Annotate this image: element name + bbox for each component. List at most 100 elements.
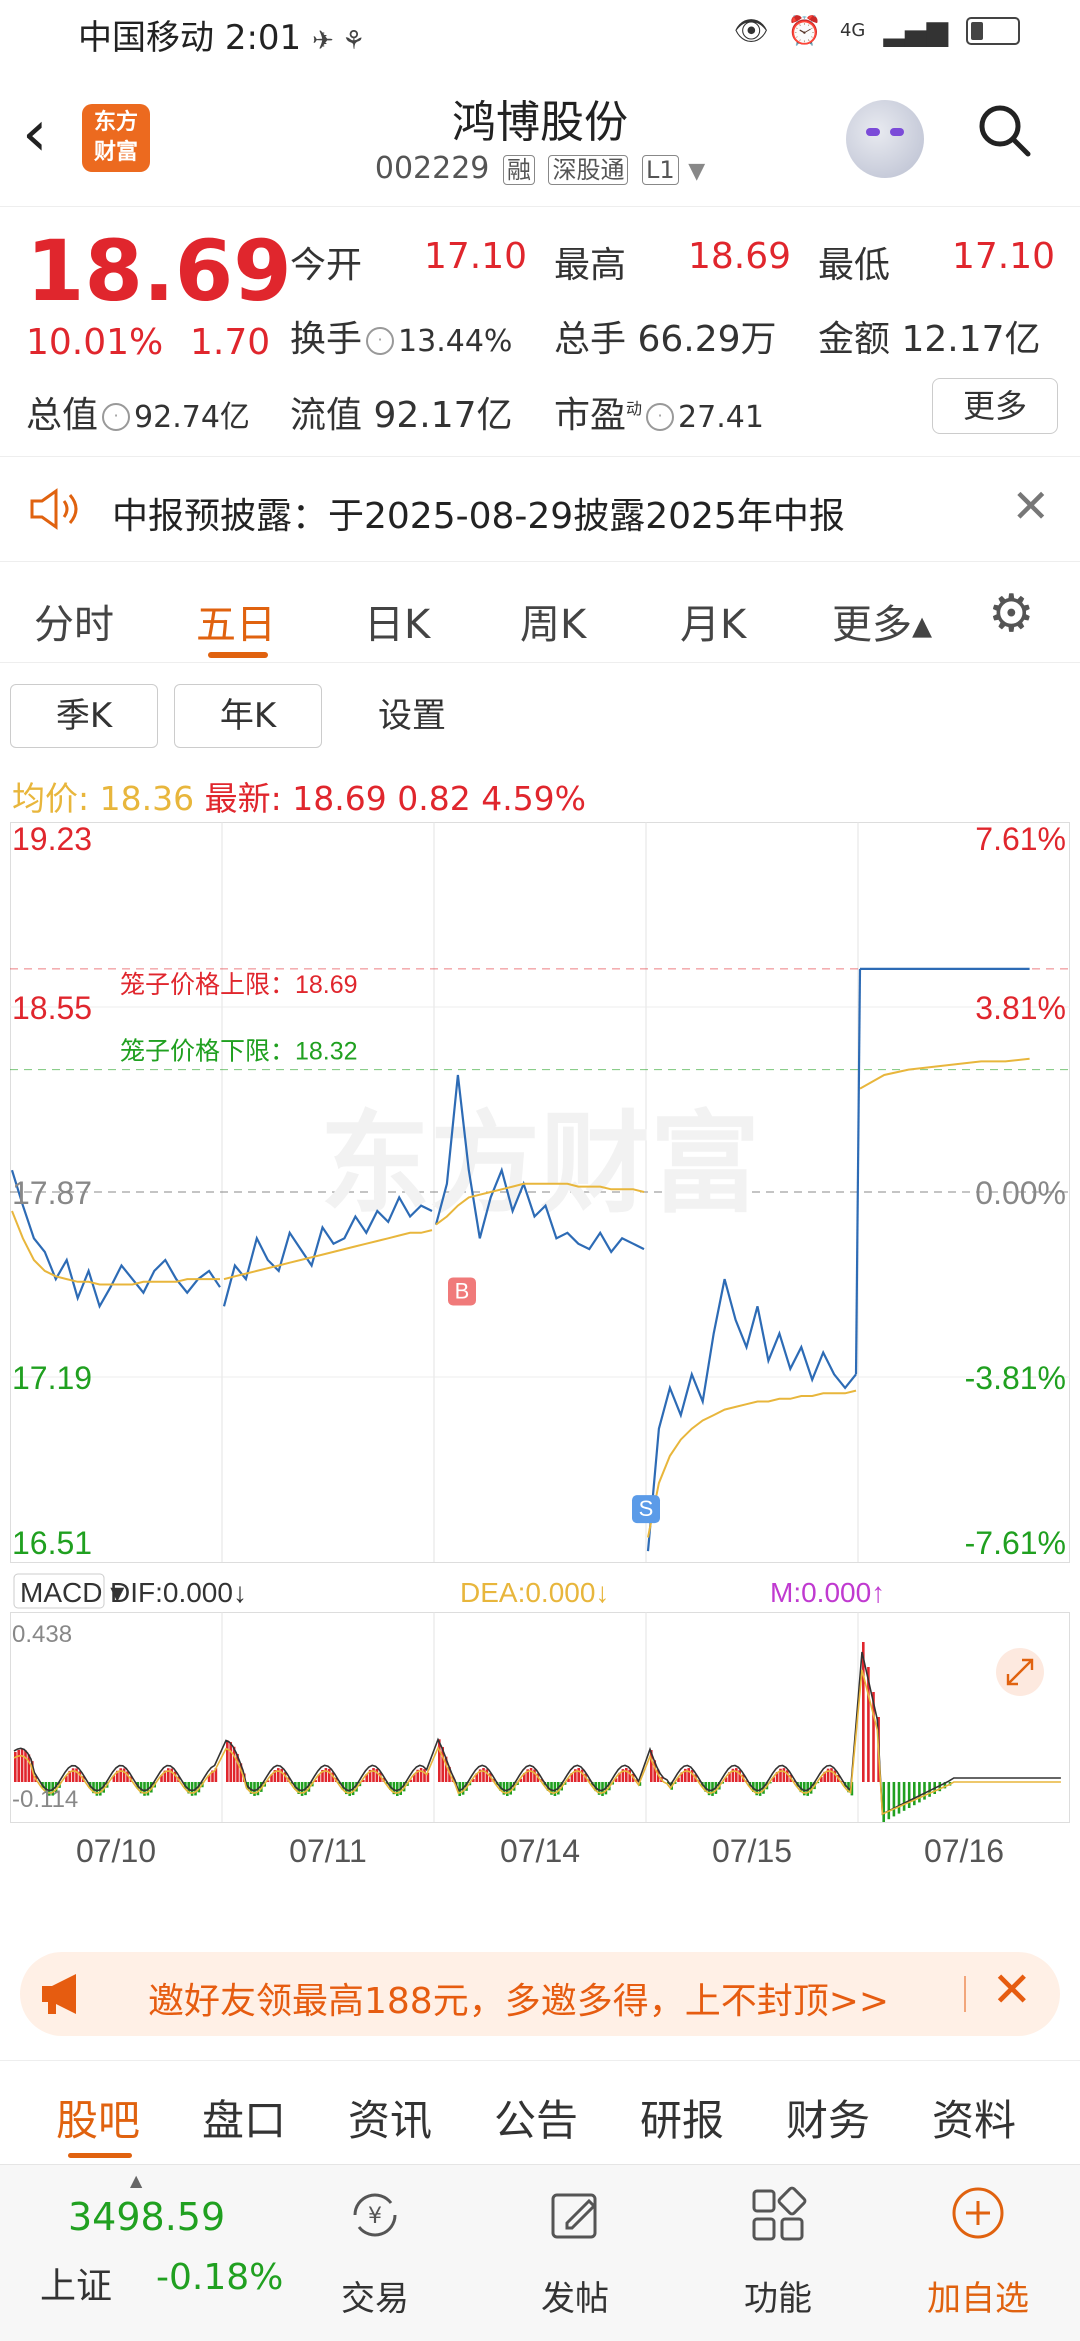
- avg-price-line: 均价: 18.36 最新: 18.69 0.82 4.59%: [12, 772, 586, 820]
- tab-research[interactable]: 研报: [640, 2087, 724, 2148]
- header: ‹ 东方 财富 鸿博股份 002229 融 深股通 L1 ▼: [0, 72, 1080, 207]
- volume-label-text: 总手: [554, 319, 627, 360]
- macd-bar: [882, 1782, 885, 1822]
- notification-icons: ✈ ⚘: [311, 26, 366, 56]
- price-axis-label: 17.19: [12, 1360, 92, 1396]
- price-axis-label: 16.51: [12, 1525, 92, 1561]
- macd-bar: [735, 1768, 738, 1782]
- amount-label-text: 金额: [818, 319, 891, 360]
- market-cap[interactable]: 总值 · 92.74亿: [26, 386, 250, 438]
- carrier-label: 中国移动: [78, 18, 214, 58]
- speaker-icon: [30, 488, 78, 530]
- tab-monthly[interactable]: 月K: [680, 592, 746, 650]
- macd-frame: [10, 1612, 1070, 1823]
- grid-icon: [752, 2186, 807, 2241]
- pe-value: 27.41: [678, 400, 764, 435]
- index-value[interactable]: 3498.59: [68, 2195, 225, 2239]
- tab-finance[interactable]: 财务: [786, 2087, 870, 2148]
- open-value: 17.10: [424, 236, 528, 277]
- low-value: 17.10: [952, 236, 1056, 277]
- date-label: 07/14: [500, 1833, 580, 1869]
- amount-value: 12.17亿: [901, 319, 1041, 360]
- content-tabs: 股吧 盘口 资讯 公告 研报 财务 资料: [0, 2060, 1080, 2165]
- tab-weekly[interactable]: 周K: [520, 592, 586, 650]
- index-change: -0.18%: [156, 2257, 284, 2298]
- settings-gear-icon[interactable]: ⚙: [988, 584, 1035, 644]
- macd-bar: [782, 1768, 786, 1782]
- info-icon: ·: [646, 403, 675, 431]
- tab-profile[interactable]: 资料: [932, 2087, 1016, 2148]
- status-bar: 中国移动 2:01 ✈ ⚘ 👁 ⏰ 4G ▂▄▆: [0, 0, 1080, 72]
- macd-bar: [226, 1740, 229, 1782]
- notice-bar[interactable]: 中报预披露：于2025-08-29披露2025年中报 ✕: [0, 456, 1080, 562]
- status-left: 中国移动 2:01 ✈ ⚘: [78, 10, 365, 59]
- tab-underline: [208, 652, 268, 658]
- promo-banner[interactable]: 邀好友领最高188元，多邀多得，上不封顶>> ✕: [20, 1952, 1060, 2036]
- footer-bar: ▲ 3498.59 上证 -0.18% ¥ 交易 发帖 功能 加自选: [0, 2164, 1080, 2341]
- close-icon[interactable]: ✕: [1011, 479, 1050, 533]
- tab-orderbook[interactable]: 盘口: [202, 2087, 286, 2148]
- tab-chart-settings[interactable]: 设置: [338, 684, 486, 748]
- amount-label: 金额 12.17亿: [818, 310, 1041, 362]
- last-price: 18.69: [26, 222, 292, 320]
- edit-icon: [551, 2193, 597, 2239]
- tab-news[interactable]: 资讯: [348, 2087, 432, 2148]
- yen-cycle-icon: ¥: [353, 2193, 397, 2237]
- price-chart[interactable]: 东方财富 B S 19.23 18.55 17.87 17.19 16.51 7.61% 3.8…: [10, 822, 1070, 1872]
- volume-value: 66.29万: [637, 319, 777, 360]
- tab-intraday[interactable]: 分时: [34, 592, 114, 650]
- tab-quarterly[interactable]: 季K: [10, 684, 158, 748]
- svg-text:¥: ¥: [368, 2204, 382, 2229]
- float-label-text: 流值: [290, 395, 363, 436]
- more-button[interactable]: 更多: [932, 378, 1058, 434]
- latest-change: 0.82: [397, 779, 471, 818]
- divider: [0, 662, 1080, 663]
- series-line-avg: [11, 1210, 220, 1286]
- macd-bar: [20, 1749, 24, 1782]
- info-icon: ·: [102, 403, 131, 431]
- percent-axis-label: 0.00%: [975, 1175, 1066, 1211]
- tag-level: L1: [642, 155, 679, 185]
- close-icon[interactable]: ✕: [992, 1962, 1032, 2018]
- float-value: 92.17亿: [373, 395, 513, 436]
- macd-bar: [300, 1782, 304, 1796]
- caret-up-icon[interactable]: ▲: [130, 2171, 142, 2190]
- tag-connect: 深股通: [548, 155, 629, 185]
- macd-dif-label: DIF:0.000↓: [110, 1577, 247, 1608]
- stock-code: 002229: [374, 151, 490, 186]
- period-tabs: 分时 五日 日K 周K 月K 更多▴: [0, 572, 1080, 662]
- tab-daily[interactable]: 日K: [364, 592, 430, 650]
- turnover-label[interactable]: 换手 · 13.44%: [290, 310, 512, 362]
- price-axis-label: 18.55: [12, 990, 92, 1026]
- robot-avatar-icon[interactable]: [846, 100, 924, 178]
- tab-announcements[interactable]: 公告: [494, 2087, 578, 2148]
- watermark: 东方财富: [320, 1100, 760, 1228]
- price-axis-label: 17.87: [12, 1175, 92, 1211]
- network-label: 4G: [839, 20, 866, 41]
- status-right: 👁 ⏰ 4G ▂▄▆: [734, 14, 1020, 47]
- tab-five-day[interactable]: 五日: [196, 592, 276, 650]
- price-axis-label: 19.23: [12, 822, 92, 857]
- macd-bar: [902, 1782, 906, 1811]
- trade-label: 交易: [341, 2279, 409, 2319]
- date-label: 07/16: [924, 1833, 1004, 1869]
- search-icon[interactable]: [976, 102, 1032, 158]
- tab-more[interactable]: 更多▴: [832, 592, 932, 650]
- tab-guba[interactable]: 股吧: [56, 2087, 140, 2148]
- cage-upper-label: 笼子价格上限：18.69: [120, 971, 358, 999]
- pe-ratio[interactable]: 市盈动 · 27.41: [554, 386, 764, 438]
- macd-bar: [887, 1782, 891, 1820]
- macd-bar: [918, 1782, 921, 1803]
- eye-icon: 👁: [733, 14, 770, 47]
- date-label: 07/15: [712, 1833, 792, 1869]
- plus-circle-icon: [952, 2187, 1004, 2239]
- tab-yearly[interactable]: 年K: [174, 684, 322, 748]
- change-percent: 10.01%: [26, 322, 164, 363]
- macd-bar: [923, 1782, 926, 1800]
- megaphone-icon: [42, 1974, 76, 2014]
- mcap-value: 92.74亿: [134, 400, 250, 435]
- float-cap: 流值 92.17亿: [290, 386, 513, 438]
- post-label: 发帖: [541, 2279, 609, 2319]
- mcap-label-text: 总值: [26, 395, 99, 436]
- avg-label: 均价:: [12, 779, 90, 818]
